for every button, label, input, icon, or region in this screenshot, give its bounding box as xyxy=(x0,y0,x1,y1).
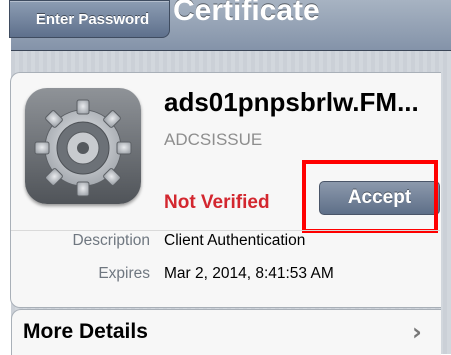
chevron-right-icon: › xyxy=(412,318,422,346)
page-title: Certificate xyxy=(173,0,320,27)
settings-gear-icon xyxy=(25,88,141,204)
verification-status: Not Verified xyxy=(164,192,270,213)
certificate-name: ads01pnpsbrlw.FM... xyxy=(164,87,419,117)
certificate-issuer: ADCSISSUE xyxy=(164,130,263,149)
expires-value: Mar 2, 2014, 8:41:53 AM xyxy=(164,265,334,282)
highlight-box xyxy=(302,160,438,233)
back-button[interactable]: Enter Password xyxy=(9,0,170,38)
expires-label: Expires xyxy=(98,265,150,282)
description-label: Description xyxy=(72,232,150,249)
more-details-label: More Details xyxy=(23,320,148,343)
description-value: Client Authentication xyxy=(164,232,306,249)
divider xyxy=(11,230,440,231)
